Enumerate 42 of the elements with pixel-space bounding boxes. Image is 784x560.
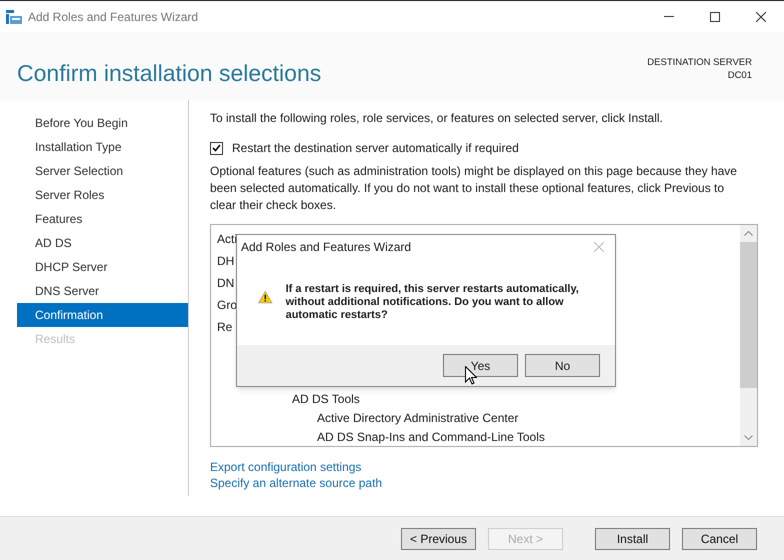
dialog-button[interactable]: Yes xyxy=(443,354,518,377)
selection-item: DN xyxy=(217,275,234,292)
nav-item[interactable]: Before You Begin xyxy=(17,111,188,135)
scroll-down-icon xyxy=(744,435,753,440)
wizard-button[interactable]: Install xyxy=(595,528,670,550)
destination-label: DESTINATION SERVER xyxy=(647,56,752,69)
intro-text: To install the following roles, role services, or features on selected server, click Install. xyxy=(210,110,664,127)
check-icon xyxy=(212,144,221,152)
note-text: Optional features (such as administration tools) might be displayed on this page because they have been selected automatically. If you do not want to install these optional features, click Previous to clear their check boxes. xyxy=(210,163,738,214)
nav-item[interactable]: DNS Server xyxy=(17,279,188,303)
selection-item: Re xyxy=(217,319,232,336)
window-title: Add Roles and Features Wizard xyxy=(28,8,198,26)
nav-item[interactable]: Confirmation xyxy=(17,303,188,327)
scroll-thumb[interactable] xyxy=(740,242,757,388)
scroll-up-icon xyxy=(744,231,753,236)
minimize-icon xyxy=(664,16,674,17)
link[interactable]: Specify an alternate source path xyxy=(210,475,382,491)
selection-item: AD DS Snap-Ins and Command-Line Tools xyxy=(317,429,545,446)
restart-label: Restart the destination server automatically if required xyxy=(232,140,519,157)
nav-item[interactable]: Server Selection xyxy=(17,159,188,183)
nav-item[interactable]: Installation Type xyxy=(17,135,188,159)
selection-item: Acti xyxy=(217,231,238,248)
selection-item: DH xyxy=(217,253,234,270)
nav-item[interactable]: AD DS xyxy=(17,231,188,255)
page-title: Confirm installation selections xyxy=(17,59,322,88)
nav-item[interactable]: DHCP Server xyxy=(17,255,188,279)
dialog-button[interactable]: No xyxy=(525,354,600,377)
selection-item: Gro xyxy=(217,297,238,314)
restart-checkbox[interactable] xyxy=(210,142,223,154)
nav-item[interactable]: Features xyxy=(17,207,188,231)
link[interactable]: Export configuration settings xyxy=(210,459,362,475)
dialog-title: Add Roles and Features Wizard xyxy=(241,239,412,256)
selection-item: AD DS Tools xyxy=(292,391,360,408)
maximize-icon xyxy=(710,12,720,22)
wizard-button[interactable]: Cancel xyxy=(682,528,757,550)
wizard-button[interactable]: < Previous xyxy=(401,528,476,550)
dialog-message: If a restart is required, this server restarts automatically, without additional notifications. Do you want to allow automatic restarts? xyxy=(286,283,580,322)
close-icon xyxy=(756,12,766,22)
selection-item: Active Directory Administrative Center xyxy=(317,410,518,427)
nav-item[interactable]: Server Roles xyxy=(17,183,188,207)
server-app-icon xyxy=(6,10,22,24)
destination-server: DC01 xyxy=(728,69,752,82)
